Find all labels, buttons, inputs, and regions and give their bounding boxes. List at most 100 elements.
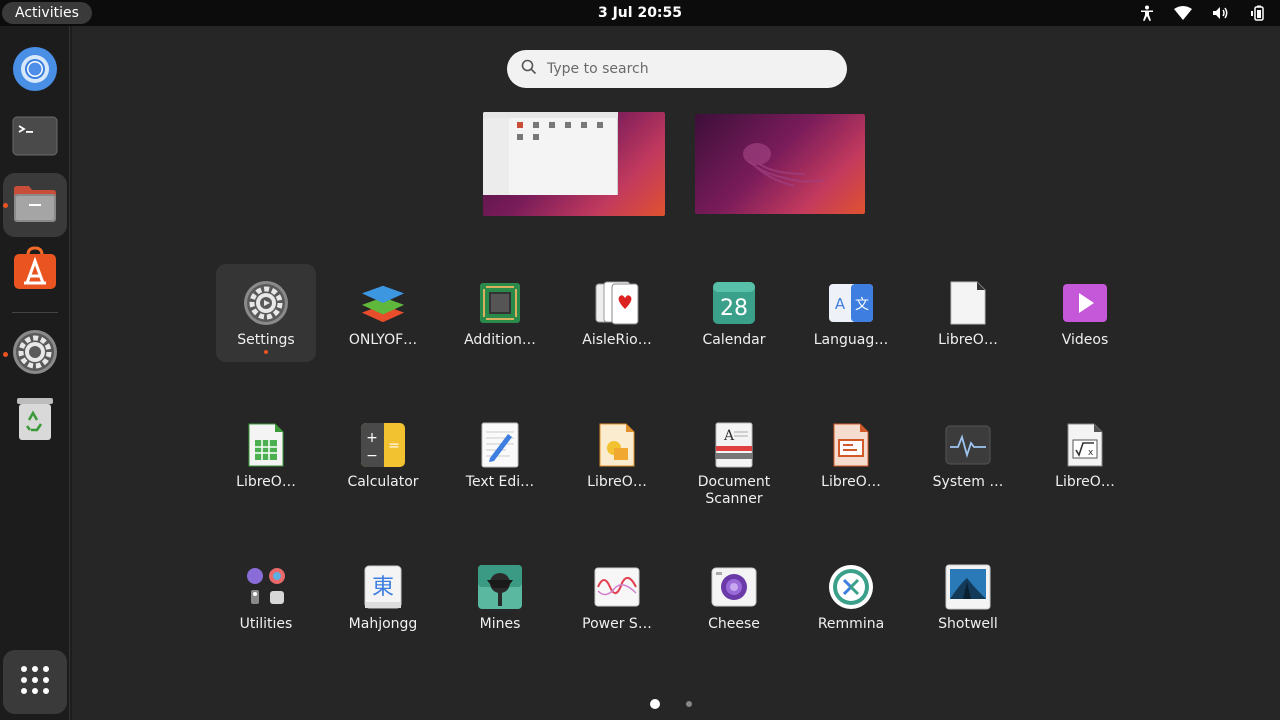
- cards-icon: [594, 280, 640, 326]
- remmina-icon: [828, 564, 874, 610]
- app-tile-power-s[interactable]: Power S…: [567, 548, 667, 646]
- app-tile-document-scanner[interactable]: A Document Scanner: [684, 406, 784, 507]
- app-tile-onlyof[interactable]: ONLYOF…: [333, 264, 433, 362]
- app-label: LibreO…: [821, 474, 881, 490]
- app-tile-mines[interactable]: Mines: [450, 548, 550, 646]
- clock-button[interactable]: 3 Jul 20:55: [598, 5, 682, 21]
- app-tile-system[interactable]: System …: [918, 406, 1018, 504]
- dock-item-terminal[interactable]: [3, 106, 67, 170]
- dock-separator: [12, 312, 58, 313]
- app-tile-calendar[interactable]: 28 Calendar: [684, 264, 784, 362]
- grid-icon: [20, 665, 50, 699]
- dock-item-app-center[interactable]: [3, 238, 67, 302]
- app-label: Videos: [1061, 332, 1109, 348]
- language-icon: A文: [828, 280, 874, 326]
- app-label: Languag…: [813, 332, 889, 348]
- running-indicator: [3, 352, 8, 357]
- app-label: Utilities: [239, 616, 293, 632]
- app-label: Shotwell: [938, 616, 998, 632]
- calendar-icon: 28: [711, 280, 757, 326]
- libreoffice-doc-icon: [945, 280, 991, 326]
- app-tile-libreo[interactable]: LibreO…: [216, 406, 316, 504]
- terminal-icon: [12, 116, 58, 160]
- svg-text:=: =: [388, 438, 400, 454]
- app-tile-text-edi[interactable]: Text Edi…: [450, 406, 550, 504]
- app-tile-mahjongg[interactable]: 東 Mahjongg: [333, 548, 433, 646]
- dock-item-files[interactable]: [3, 173, 67, 237]
- app-tile-libreo[interactable]: x LibreO…: [1035, 406, 1135, 504]
- svg-text:x: x: [1088, 448, 1094, 458]
- app-label: Remmina: [817, 616, 885, 632]
- app-label: Text Edi…: [465, 474, 535, 490]
- app-tile-languag[interactable]: A 文 Languag…: [801, 264, 901, 362]
- folder-icon: [12, 183, 58, 227]
- dock-item-chromium[interactable]: [3, 39, 67, 103]
- libreoffice-draw-icon: [594, 422, 640, 468]
- cheese-camera-icon: [711, 564, 757, 610]
- app-label: LibreO…: [587, 474, 647, 490]
- dock-item-trash[interactable]: [3, 389, 67, 453]
- app-label: AisleRio…: [582, 332, 652, 348]
- search-bar[interactable]: [507, 50, 847, 88]
- svg-text:28: 28: [720, 296, 748, 321]
- dock-item-settings[interactable]: [3, 322, 67, 386]
- app-label: Document Scanner: [697, 474, 771, 507]
- app-tile-utilities[interactable]: Utilities: [216, 548, 316, 646]
- app-label: System …: [932, 474, 1004, 490]
- app-label: LibreO…: [938, 332, 998, 348]
- app-tile-cheese[interactable]: Cheese: [684, 548, 784, 646]
- app-label: Calculator: [347, 474, 419, 490]
- svg-text:A: A: [723, 428, 735, 444]
- workspace-thumbnail-2[interactable]: [695, 114, 865, 214]
- app-tile-aislerio[interactable]: AisleRio…: [567, 264, 667, 362]
- mines-icon: [477, 564, 523, 610]
- app-tile-libreo[interactable]: LibreO…: [918, 264, 1018, 362]
- power-statistics-icon: [594, 564, 640, 610]
- app-tile-calculator[interactable]: + − = Calculator: [333, 406, 433, 504]
- app-label: Power S…: [582, 616, 652, 632]
- app-label: Calendar: [702, 332, 766, 348]
- workspace-thumbnail-1[interactable]: [483, 112, 665, 216]
- app-tile-addition[interactable]: Addition…: [450, 264, 550, 362]
- app-tile-settings[interactable]: Settings: [216, 264, 316, 362]
- activities-button[interactable]: Activities: [2, 2, 92, 24]
- top-bar: Activities 3 Jul 20:55: [0, 0, 1280, 26]
- accessibility-icon[interactable]: [1140, 5, 1154, 21]
- chromium-icon: [12, 46, 58, 96]
- battery-icon[interactable]: [1250, 5, 1266, 21]
- page-indicator: [650, 699, 692, 709]
- search-icon: [521, 59, 537, 79]
- app-tile-libreo[interactable]: LibreO…: [801, 406, 901, 504]
- page-dot-1[interactable]: [650, 699, 660, 709]
- dock: [0, 26, 70, 720]
- shotwell-icon: [945, 564, 991, 610]
- svg-text:+: +: [366, 430, 378, 446]
- folder-grid-icon: [243, 564, 289, 610]
- app-label: ONLYOF…: [348, 332, 418, 348]
- libreoffice-calc-icon: [243, 422, 289, 468]
- svg-text:文: 文: [855, 297, 869, 313]
- app-tile-shotwell[interactable]: Shotwell: [918, 548, 1018, 646]
- calculator-icon: + − =: [360, 422, 406, 468]
- app-tile-remmina[interactable]: Remmina: [801, 548, 901, 646]
- trash-icon: [15, 396, 55, 446]
- page-dot-2[interactable]: [686, 701, 692, 707]
- app-label: LibreO…: [236, 474, 296, 490]
- svg-text:A: A: [835, 295, 846, 313]
- app-store-icon: [12, 245, 58, 295]
- video-play-icon: [1062, 280, 1108, 326]
- app-label: Cheese: [708, 616, 760, 632]
- volume-icon[interactable]: [1212, 6, 1230, 20]
- app-tile-libreo[interactable]: LibreO…: [567, 406, 667, 504]
- files-window-thumbnail[interactable]: [483, 112, 618, 195]
- wifi-icon[interactable]: [1174, 6, 1192, 20]
- gear-icon: [243, 280, 289, 326]
- libreoffice-math-icon: x: [1062, 422, 1108, 468]
- app-label: LibreO…: [1055, 474, 1115, 490]
- search-input[interactable]: [547, 61, 827, 77]
- system-tray[interactable]: [1140, 0, 1266, 26]
- svg-text:−: −: [366, 448, 378, 464]
- show-apps-button[interactable]: [3, 650, 67, 714]
- app-tile-videos[interactable]: Videos: [1035, 264, 1135, 362]
- app-label: Mahjongg: [348, 616, 418, 632]
